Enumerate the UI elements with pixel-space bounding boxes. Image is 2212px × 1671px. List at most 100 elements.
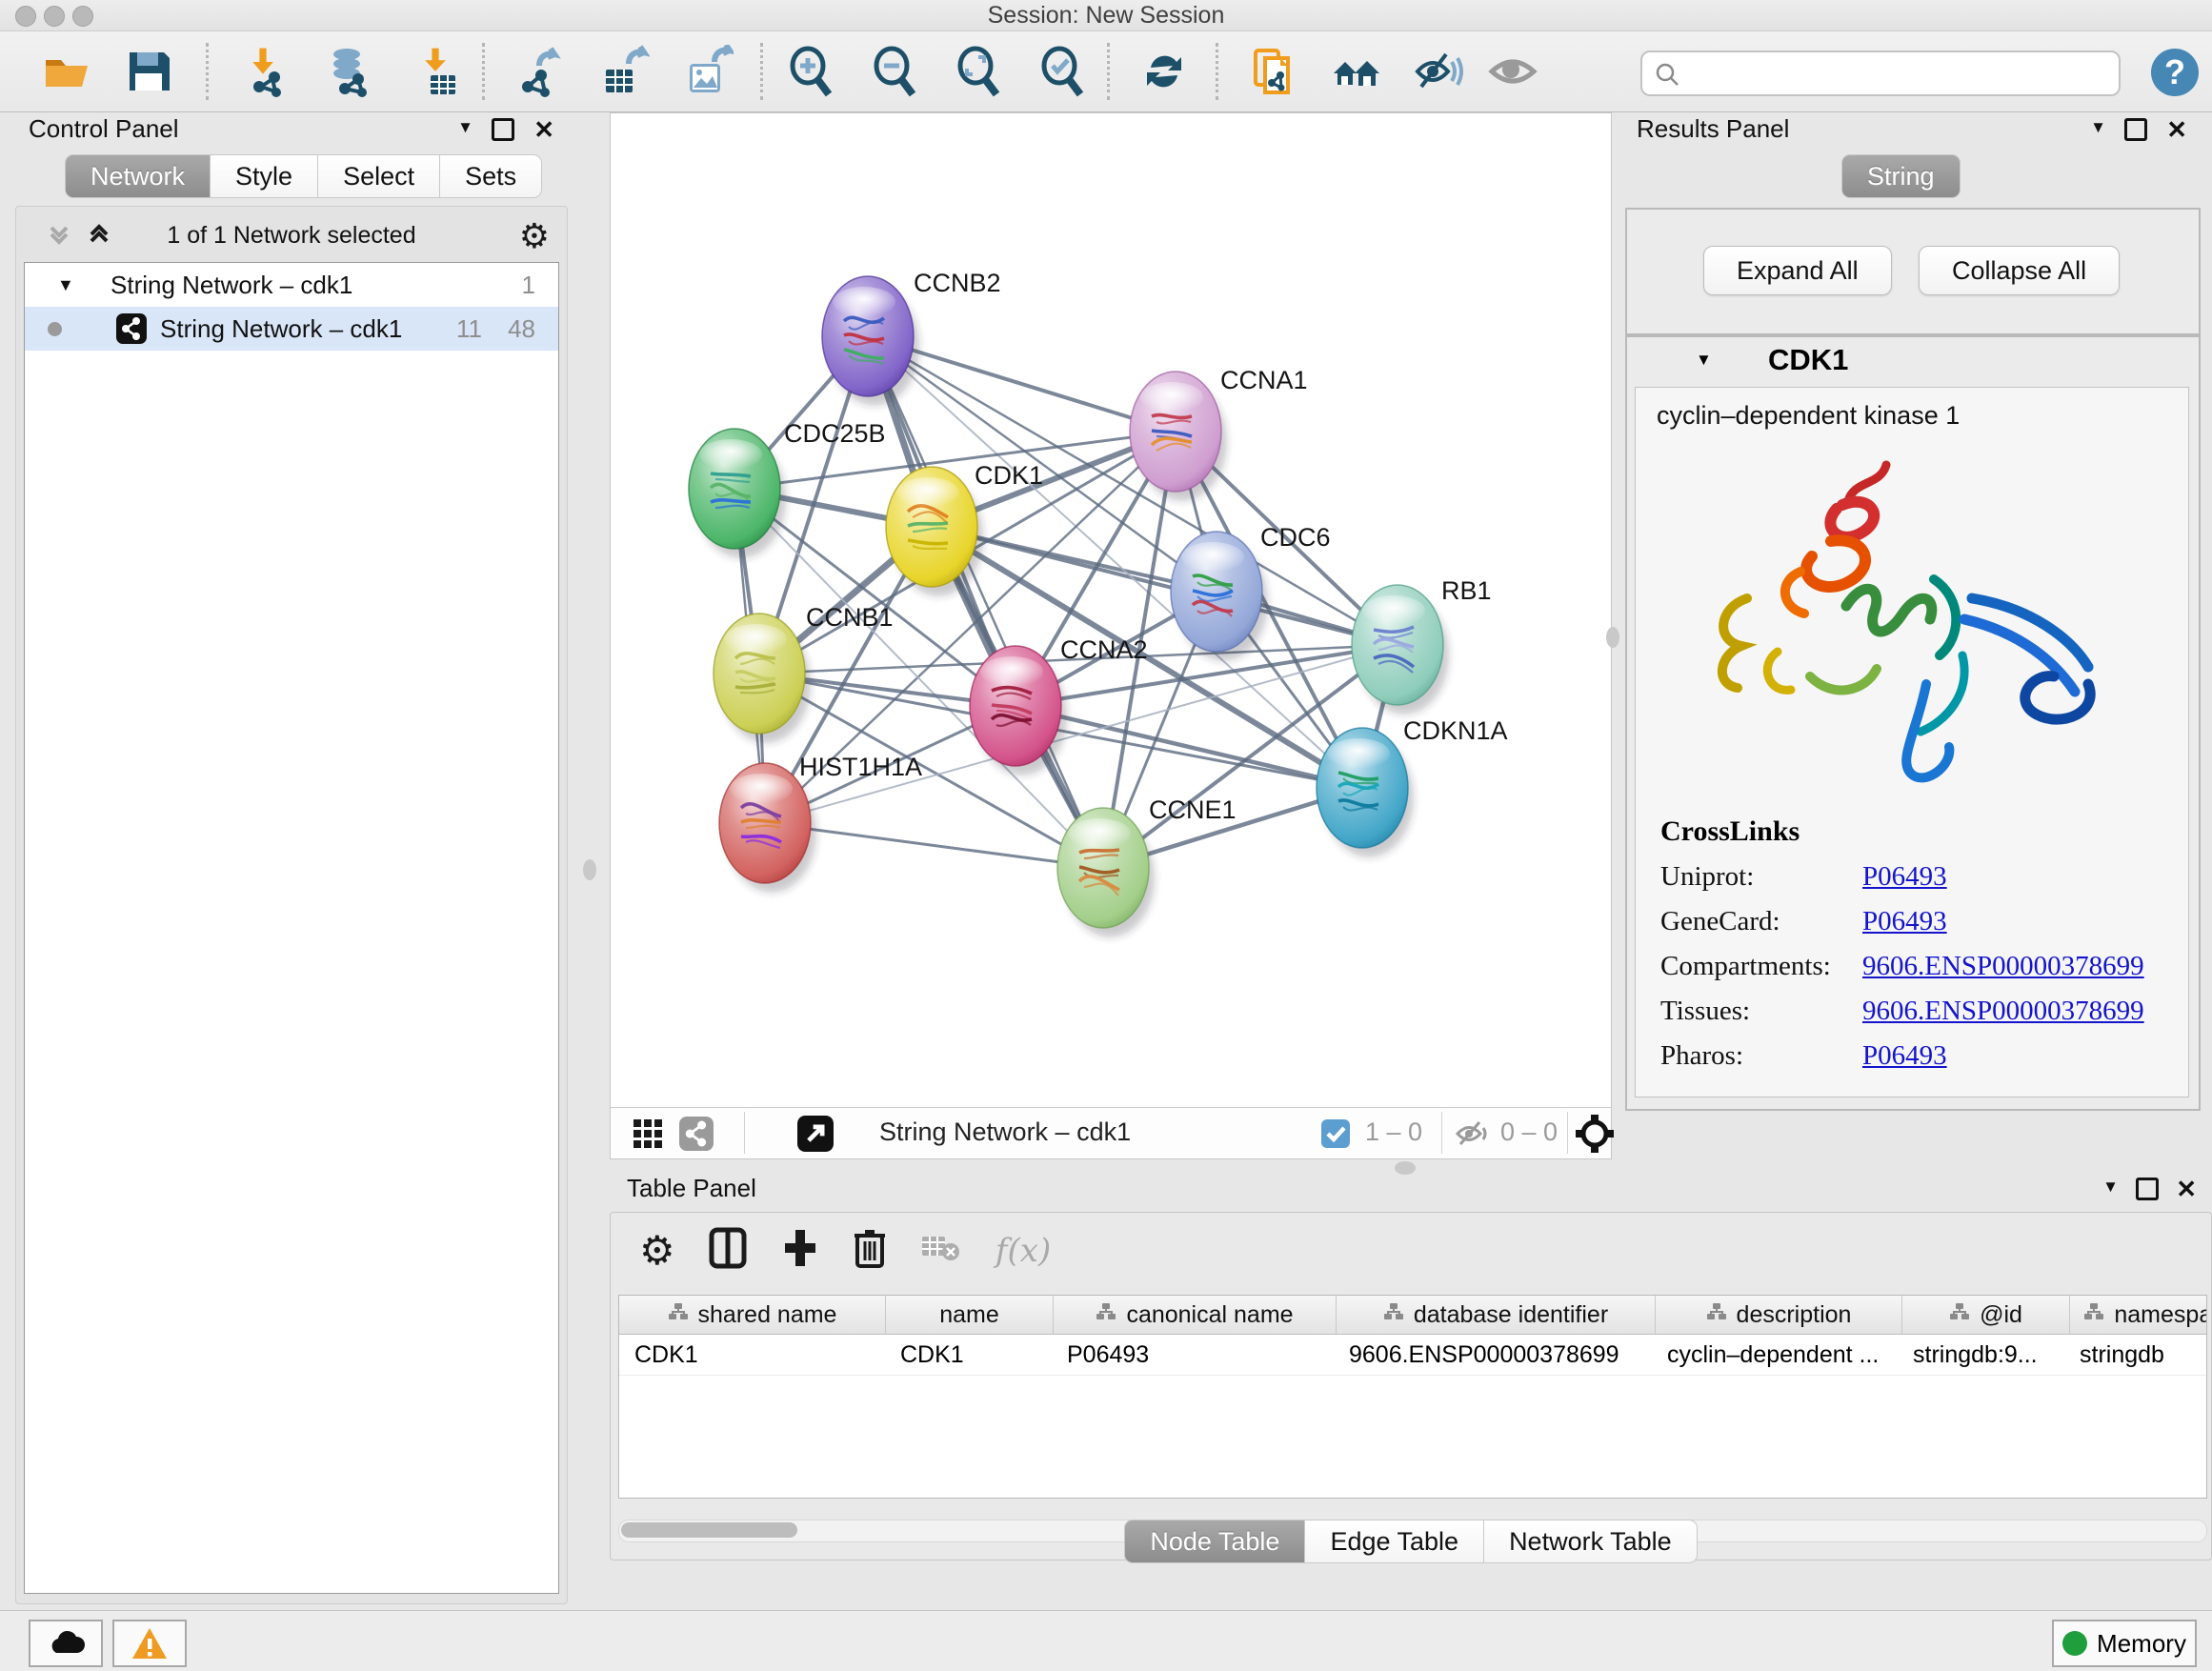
search-icon — [1654, 61, 1680, 88]
panel-menu-icon[interactable]: ▼ — [2102, 1178, 2119, 1202]
selected-checkbox-icon[interactable] — [1321, 1119, 1350, 1153]
separator — [1441, 1112, 1442, 1154]
network-label: String Network – cdk1 — [160, 307, 402, 351]
search-input[interactable] — [1694, 56, 2107, 89]
crosslink-label: Uniprot: — [1660, 861, 1862, 893]
network-tab-content: 1 of 1 Network selected ⚙ ▼ String Netwo… — [15, 206, 568, 1604]
warnings-button[interactable] — [112, 1620, 187, 1667]
tab-string[interactable]: String — [1841, 154, 1961, 198]
entry-gene-name: CDK1 — [1768, 343, 1848, 377]
network-view-panel: CCNB2CCNA1CDC25BCDK1CDC6RB1CCNB1CCNA2CDK… — [610, 112, 1612, 1159]
home-networks-icon[interactable] — [1330, 45, 1383, 98]
table-cell: CDK1 — [619, 1335, 885, 1375]
network-node-CCNB1[interactable] — [714, 614, 811, 743]
open-in-window-icon[interactable] — [797, 1116, 834, 1157]
function-builder-icon[interactable]: f(x) — [995, 1232, 1051, 1270]
import-table-file-icon[interactable] — [410, 45, 463, 98]
delete-column-icon[interactable] — [852, 1226, 888, 1275]
column-header-shared-name[interactable]: shared name — [619, 1296, 886, 1334]
clone-network-icon[interactable] — [1246, 45, 1299, 98]
open-session-icon[interactable] — [40, 45, 93, 98]
refresh-icon[interactable] — [1137, 45, 1191, 98]
column-header-@id[interactable]: @id — [1902, 1296, 2070, 1334]
network-node-CDC6[interactable] — [1171, 532, 1268, 661]
expand-all-button[interactable]: Expand All — [1703, 246, 1892, 295]
network-node-CCNB2[interactable] — [822, 276, 919, 406]
splitter-handle[interactable] — [1395, 1161, 1416, 1175]
show-panel-eye-icon[interactable] — [1486, 45, 1539, 98]
column-header-namespace[interactable]: namespace — [2070, 1296, 2207, 1334]
add-column-icon[interactable] — [781, 1226, 819, 1275]
import-network-database-icon[interactable] — [322, 45, 375, 98]
column-namespace-icon — [1949, 1301, 1970, 1329]
panel-float-icon[interactable] — [492, 118, 514, 141]
collapse-all-button[interactable]: Collapse All — [1919, 246, 2120, 295]
zoom-selected-icon[interactable] — [1035, 45, 1088, 98]
panel-float-icon[interactable] — [2136, 1178, 2159, 1200]
clear-table-icon[interactable] — [920, 1231, 962, 1270]
tab-select[interactable]: Select — [318, 154, 440, 198]
tab-network[interactable]: Network — [65, 154, 211, 198]
crosslink-link[interactable]: P06493 — [1862, 906, 1947, 936]
zoom-out-icon[interactable] — [867, 45, 920, 98]
export-network-icon[interactable] — [513, 45, 566, 98]
crosslink-link[interactable]: P06493 — [1862, 861, 1947, 892]
zoom-in-icon[interactable] — [783, 45, 836, 98]
zoom-fit-icon[interactable] — [951, 45, 1004, 98]
panel-menu-icon[interactable]: ▼ — [2090, 118, 2106, 143]
network-node-CDK1[interactable] — [886, 467, 983, 596]
panel-menu-icon[interactable]: ▼ — [457, 118, 473, 143]
string-network-badge-icon[interactable] — [679, 1117, 714, 1156]
crosslink-link[interactable]: 9606.ENSP00000378699 — [1862, 996, 2144, 1026]
table-cell: cyclin–dependent ... — [1652, 1335, 1898, 1375]
entry-header[interactable]: ▼ CDK1 — [1627, 337, 2199, 385]
save-session-icon[interactable] — [122, 45, 175, 98]
import-network-file-icon[interactable] — [238, 45, 292, 98]
tab-edge-table[interactable]: Edge Table — [1305, 1520, 1484, 1563]
panel-float-icon[interactable] — [2124, 118, 2147, 141]
table-row[interactable]: CDK1CDK1P064939606.ENSP00000378699cyclin… — [619, 1335, 2206, 1376]
show-columns-icon[interactable] — [708, 1226, 748, 1275]
string-app-icon — [116, 313, 147, 357]
results-panel: Results Panel ▼ ✕ String Expand All Coll… — [1619, 114, 2206, 1158]
table-options-gear-icon[interactable]: ⚙ — [639, 1227, 675, 1274]
entry-collapse-icon[interactable]: ▼ — [1696, 351, 1712, 370]
birdseye-crosshair-icon[interactable] — [1575, 1114, 1615, 1158]
network-canvas[interactable]: CCNB2CCNA1CDC25BCDK1CDC6RB1CCNB1CCNA2CDK… — [611, 113, 1611, 1107]
grid-view-icon[interactable] — [632, 1117, 664, 1155]
column-header-name[interactable]: name — [886, 1296, 1054, 1334]
network-node-CCNA2[interactable] — [970, 646, 1067, 775]
column-header-description[interactable]: description — [1656, 1296, 1902, 1334]
export-image-icon[interactable] — [680, 45, 734, 98]
tree-expand-icon[interactable]: ▼ — [57, 263, 74, 307]
network-options-gear-icon[interactable]: ⚙ — [519, 216, 550, 256]
network-collection-row[interactable]: ▼ String Network – cdk1 1 — [25, 263, 558, 307]
column-header-label: description — [1737, 1301, 1852, 1329]
crosslink-link[interactable]: P06493 — [1862, 1040, 1947, 1071]
network-node-CDKN1A[interactable] — [1317, 728, 1414, 857]
network-node-RB1[interactable] — [1352, 585, 1449, 715]
crosslink-link[interactable]: 9606.ENSP00000378699 — [1862, 951, 2144, 981]
node-label-CCNB1: CCNB1 — [806, 603, 894, 632]
panel-close-icon[interactable]: ✕ — [533, 118, 554, 143]
tab-network-table[interactable]: Network Table — [1484, 1520, 1698, 1563]
cloud-status-button[interactable] — [29, 1620, 103, 1667]
help-button[interactable]: ? — [2151, 49, 2199, 96]
tab-sets[interactable]: Sets — [440, 154, 542, 198]
column-header-database-identifier[interactable]: database identifier — [1337, 1296, 1656, 1334]
network-row-selected[interactable]: String Network – cdk1 11 48 — [25, 307, 558, 351]
splitter-handle[interactable] — [583, 859, 596, 880]
network-edge-CCNB2-CCNE1[interactable] — [868, 336, 1103, 868]
network-node-HIST1H1A[interactable] — [719, 763, 816, 893]
network-node-CCNE1[interactable] — [1057, 808, 1155, 937]
panel-close-icon[interactable]: ✕ — [2176, 1178, 2197, 1202]
hide-panel-eye-icon[interactable] — [1412, 45, 1465, 98]
tab-node-table[interactable]: Node Table — [1124, 1520, 1305, 1563]
column-header-canonical-name[interactable]: canonical name — [1054, 1296, 1337, 1334]
panel-close-icon[interactable]: ✕ — [2166, 118, 2187, 143]
splitter-handle[interactable] — [1606, 627, 1619, 648]
export-table-icon[interactable] — [596, 45, 650, 98]
memory-button[interactable]: Memory — [2052, 1620, 2197, 1667]
crosslink-row: Pharos:P06493 — [1660, 1040, 2188, 1072]
tab-style[interactable]: Style — [211, 154, 318, 198]
